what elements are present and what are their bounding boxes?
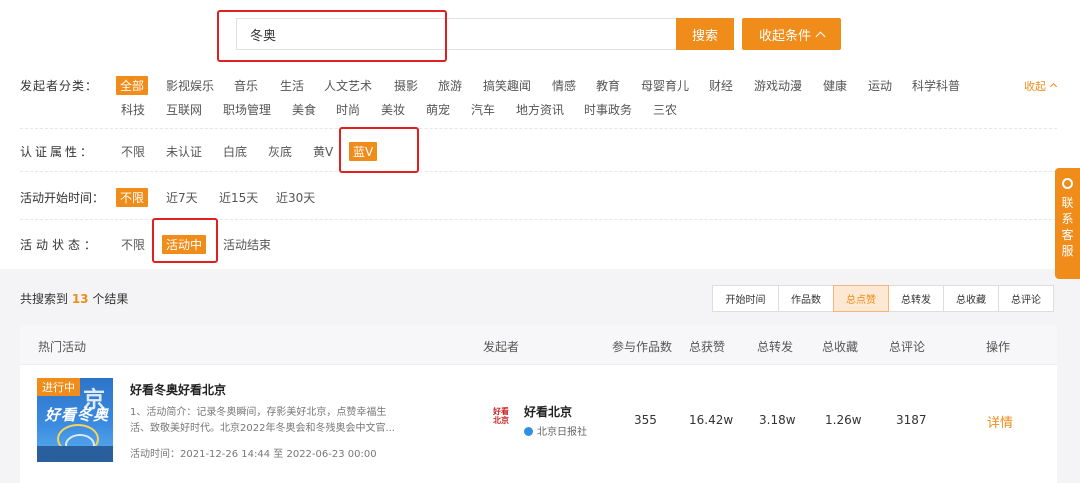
category-option[interactable]: 职场管理 xyxy=(223,101,271,118)
verified-icon xyxy=(524,427,533,436)
category-option[interactable]: 科技 xyxy=(121,101,145,118)
activity-description: 1、活动简介：记录冬奥瞬间，存影美好北京，点赞幸福生活、致敬美好时代。北京202… xyxy=(130,407,395,434)
sort-options: 开始时间 作品数 总点赞 总转发 总收藏 总评论 xyxy=(712,285,1054,312)
start-time-option[interactable]: 近30天 xyxy=(276,189,315,206)
category-option[interactable]: 时尚 xyxy=(336,101,360,118)
status-option[interactable]: 活动结束 xyxy=(223,236,271,253)
category-option[interactable]: 影视娱乐 xyxy=(166,77,214,94)
search-input[interactable] xyxy=(237,19,676,49)
header-comments: 总评论 xyxy=(889,340,926,354)
category-option[interactable]: 旅游 xyxy=(438,77,462,94)
status-badge: 进行中 xyxy=(37,378,80,396)
publisher-org: 北京日报社 xyxy=(537,427,587,438)
category-option[interactable]: 搞笑趣闻 xyxy=(483,77,531,94)
category-option[interactable]: 健康 xyxy=(823,77,847,94)
sort-comments[interactable]: 总评论 xyxy=(998,285,1054,312)
likes-count: 16.42w xyxy=(689,413,734,427)
category-option[interactable]: 科学科普 xyxy=(912,77,960,94)
header-activity: 热门活动 xyxy=(38,340,87,354)
verify-option[interactable]: 白底 xyxy=(223,143,247,160)
start-time-option[interactable]: 近15天 xyxy=(219,189,258,206)
verify-option[interactable]: 灰底 xyxy=(268,143,292,160)
status-option[interactable]: 不限 xyxy=(121,236,145,253)
category-option[interactable]: 财经 xyxy=(709,77,733,94)
thumbnail-art xyxy=(37,446,113,462)
activity-title[interactable]: 好看冬奥好看北京 xyxy=(130,381,226,398)
verify-option-selected[interactable]: 蓝V xyxy=(349,142,378,161)
chevron-up-icon xyxy=(1049,82,1058,91)
activity-time: 活动时间：2021-12-26 14:44 至 2022-06-23 00:00 xyxy=(130,449,377,460)
detail-link[interactable]: 详情 xyxy=(987,412,1013,431)
sort-works[interactable]: 作品数 xyxy=(778,285,834,312)
verify-label: 认证属性： xyxy=(20,145,96,159)
contact-service-label: 联系客服 xyxy=(1061,196,1074,258)
header-action: 操作 xyxy=(986,340,1011,354)
fold-label: 收起 xyxy=(1024,80,1046,93)
status-option-selected[interactable]: 活动中 xyxy=(162,235,207,254)
forwards-count: 3.18w xyxy=(759,413,796,427)
publisher-logo[interactable]: 好看 北京 xyxy=(490,407,512,431)
chevron-up-icon xyxy=(815,31,826,41)
results-number: 13 xyxy=(71,292,89,306)
header-forwards: 总转发 xyxy=(757,340,794,354)
category-label: 发起者分类： xyxy=(20,79,99,93)
comments-count: 3187 xyxy=(896,413,927,427)
category-option[interactable]: 运动 xyxy=(868,77,892,94)
divider xyxy=(20,219,1057,220)
fold-categories-toggle[interactable]: 收起 xyxy=(1024,78,1058,94)
category-option-all[interactable]: 全部 xyxy=(116,76,149,95)
category-option[interactable]: 母婴育儿 xyxy=(641,77,689,94)
category-option[interactable]: 互联网 xyxy=(166,101,202,118)
favorites-count: 1.26w xyxy=(825,413,862,427)
results-count: 共搜索到 13 个结果 xyxy=(20,290,128,307)
header-likes: 总获赞 xyxy=(689,340,726,354)
category-option[interactable]: 萌宠 xyxy=(426,101,450,118)
header-works: 参与作品数 xyxy=(612,340,673,354)
category-option[interactable]: 教育 xyxy=(596,77,620,94)
publisher-name[interactable]: 好看北京 xyxy=(524,403,572,420)
search-field[interactable] xyxy=(236,18,676,50)
divider xyxy=(20,171,1057,172)
results-prefix: 共搜索到 xyxy=(20,292,72,306)
category-option[interactable]: 汽车 xyxy=(471,101,495,118)
works-count: 355 xyxy=(634,413,657,427)
results-suffix: 个结果 xyxy=(88,292,129,306)
start-time-option[interactable]: 近7天 xyxy=(166,189,198,206)
sort-favorites[interactable]: 总收藏 xyxy=(943,285,999,312)
verify-option[interactable]: 未认证 xyxy=(166,143,202,160)
verify-option[interactable]: 不限 xyxy=(121,143,145,160)
table-header: 热门活动 发起者 参与作品数 总获赞 总转发 总收藏 总评论 操作 xyxy=(20,325,1057,365)
collapse-conditions-label: 收起条件 xyxy=(758,28,811,44)
category-option[interactable]: 人文艺术 xyxy=(324,77,372,94)
results-table: 热门活动 发起者 参与作品数 总获赞 总转发 总收藏 总评论 操作 京 好看冬奥… xyxy=(20,325,1057,483)
header-publisher: 发起者 xyxy=(483,340,520,354)
publisher-verified: 北京日报社 xyxy=(524,423,587,438)
category-option[interactable]: 三农 xyxy=(653,101,677,118)
category-option[interactable]: 时事政务 xyxy=(584,101,632,118)
sort-forwards[interactable]: 总转发 xyxy=(888,285,944,312)
category-option[interactable]: 美妆 xyxy=(381,101,405,118)
collapse-conditions-button[interactable]: 收起条件 xyxy=(742,18,841,50)
table-row[interactable]: 京 好看冬奥 进行中 好看冬奥好看北京 1、活动简介：记录冬奥瞬间，存影美好北京… xyxy=(20,365,1057,475)
sort-start-time[interactable]: 开始时间 xyxy=(712,285,779,312)
divider xyxy=(20,128,1057,129)
category-option[interactable]: 地方资讯 xyxy=(516,101,564,118)
category-option[interactable]: 摄影 xyxy=(394,77,418,94)
contact-service-tab[interactable]: 联系客服 xyxy=(1055,168,1080,279)
status-label: 活动状态： xyxy=(20,238,101,252)
category-option[interactable]: 游戏动漫 xyxy=(754,77,802,94)
category-option[interactable]: 音乐 xyxy=(234,77,258,94)
category-option[interactable]: 生活 xyxy=(280,77,304,94)
headset-icon xyxy=(1062,178,1073,189)
verify-option[interactable]: 黄V xyxy=(313,143,333,160)
category-option[interactable]: 美食 xyxy=(292,101,316,118)
header-favorites: 总收藏 xyxy=(822,340,859,354)
search-button[interactable]: 搜索 xyxy=(676,18,734,50)
category-option[interactable]: 情感 xyxy=(552,77,576,94)
thumbnail-art: 好看冬奥 xyxy=(45,406,110,424)
start-time-option-selected[interactable]: 不限 xyxy=(116,188,149,207)
start-time-label: 活动开始时间： xyxy=(20,191,105,205)
sort-likes[interactable]: 总点赞 xyxy=(833,285,889,312)
